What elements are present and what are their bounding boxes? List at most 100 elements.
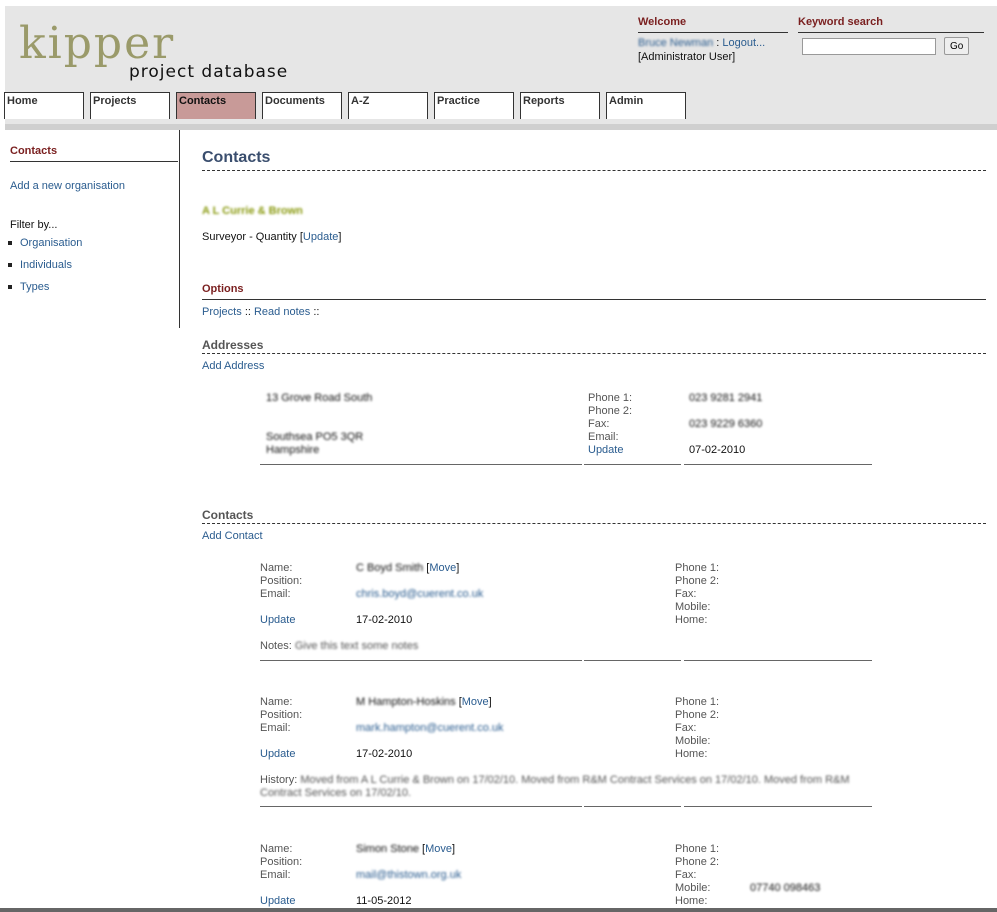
label-name: Name: [260,562,293,574]
label-phone-1: Phone 1: [675,843,720,855]
contact-date: 17-02-2010 [356,614,413,626]
label-mobile: Mobile: [675,735,711,747]
options-title: Options [202,283,986,300]
bracket-close: ] [456,562,460,574]
filter-item-individuals: Individuals [8,259,72,271]
move-contact-link[interactable]: Move [425,843,452,855]
label-email: Email: [588,431,619,443]
go-button[interactable]: Go [944,37,970,55]
label-phone-2: Phone 2: [588,405,633,417]
contacts-section-title: Contacts [202,508,986,524]
label-phone-1: Phone 1: [675,562,720,574]
tab-reports[interactable]: Reports [520,92,600,119]
welcome-line: Bruce Newman : Logout... [638,37,788,49]
label-email: Email: [260,722,291,734]
update-contact-link[interactable]: Update [260,895,295,907]
search-title: Keyword search [798,16,984,33]
label-position: Position: [260,856,303,868]
contact-email-link[interactable]: mark.hampton@cuerent.co.uk [356,722,504,734]
bracket-close: ] [488,696,492,708]
add-contact-link[interactable]: Add Contact [202,530,263,542]
label-fax: Fax: [675,588,697,600]
divider [584,806,681,807]
move-contact-link[interactable]: Move [429,562,456,574]
logo-subtitle: project database [129,62,289,82]
tab-practice[interactable]: Practice [434,92,514,119]
add-organisation-link[interactable]: Add a new organisation [10,180,125,192]
bracket-close: ] [338,231,342,243]
update-contact-link[interactable]: Update [260,748,295,760]
separator: :: [313,306,320,318]
label-phone-2: Phone 2: [675,709,720,721]
tab-home[interactable]: Home [4,92,84,119]
update-contact-link[interactable]: Update [260,614,295,626]
move-contact-link[interactable]: Move [462,696,489,708]
filter-types-link[interactable]: Types [20,281,49,293]
label-home: Home: [675,895,708,907]
bullet-icon [8,241,12,246]
label-email: Email: [260,588,291,600]
add-address-link[interactable]: Add Address [202,360,264,372]
label-home: Home: [675,614,708,626]
address-row: 13 Grove Road South Southsea PO5 3QR Ham… [260,392,872,465]
label-fax: Fax: [675,722,697,734]
tab-admin[interactable]: Admin [606,92,686,119]
tab-documents[interactable]: Documents [262,92,342,119]
address-fax: 023 9229 6360 [689,418,763,430]
keyword-search: Keyword search Go [798,16,984,55]
label-phone-1: Phone 1: [588,392,633,404]
contact-name: C Boyd Smith [356,562,424,574]
divider [684,806,872,807]
logo-wordmark: kipper [19,18,176,69]
divider [584,464,681,465]
filter-item-organisation: Organisation [8,237,82,249]
separator: :: [244,306,254,318]
label-position: Position: [260,575,303,587]
divider [684,660,872,661]
contact-name-row: C Boyd Smith [Move] [356,562,459,574]
label-home: Home: [675,748,708,760]
search-input[interactable] [802,37,936,55]
horizontal-scrollbar[interactable] [0,908,997,912]
contact-mobile: 07740 098463 [750,882,821,894]
label-email: Email: [260,869,291,881]
label-fax: Fax: [588,418,610,430]
organisation-name: A L Currie & Brown [202,205,303,217]
divider [260,806,582,807]
logout-link[interactable]: Logout... [722,37,765,49]
tab-contacts[interactable]: Contacts [176,92,256,119]
label-mobile: Mobile: [675,601,711,613]
divider [260,464,582,465]
read-notes-link[interactable]: Read notes [254,306,310,318]
addresses-title: Addresses [202,338,986,354]
notes-label: Notes: [260,640,292,652]
organisation-type-text: Surveyor - Quantity [202,231,297,243]
update-type-link[interactable]: Update [303,231,338,243]
welcome-title: Welcome [638,16,788,33]
divider [584,660,681,661]
divider [260,660,582,661]
address-line-2: Southsea PO5 3QR [266,431,364,443]
tab-a-z[interactable]: A-Z [348,92,428,119]
bullet-icon [8,263,12,268]
contact-email-link[interactable]: mail@thistown.org.uk [356,869,461,881]
label-position: Position: [260,709,303,721]
history-label: History: [260,774,298,786]
address-line-1: 13 Grove Road South [266,392,373,404]
update-address-link[interactable]: Update [588,444,623,456]
projects-option-link[interactable]: Projects [202,306,242,318]
filter-individuals-link[interactable]: Individuals [20,259,72,271]
address-line-3: Hampshire [266,444,320,456]
contact-name: Simon Stone [356,843,419,855]
sidebar-title: Contacts [10,145,178,162]
user-name-link[interactable]: Bruce Newman [638,37,713,49]
filter-organisation-link[interactable]: Organisation [20,237,82,249]
label-name: Name: [260,843,293,855]
contact-email-link[interactable]: chris.boyd@cuerent.co.uk [356,588,483,600]
label-phone-1: Phone 1: [675,696,720,708]
welcome-box: Welcome Bruce Newman : Logout... [Admini… [638,16,788,63]
filter-item-types: Types [8,281,49,293]
tab-projects[interactable]: Projects [90,92,170,119]
address-date: 07-02-2010 [689,444,746,456]
contact-name-row: M Hampton-Hoskins [Move] [356,696,492,708]
